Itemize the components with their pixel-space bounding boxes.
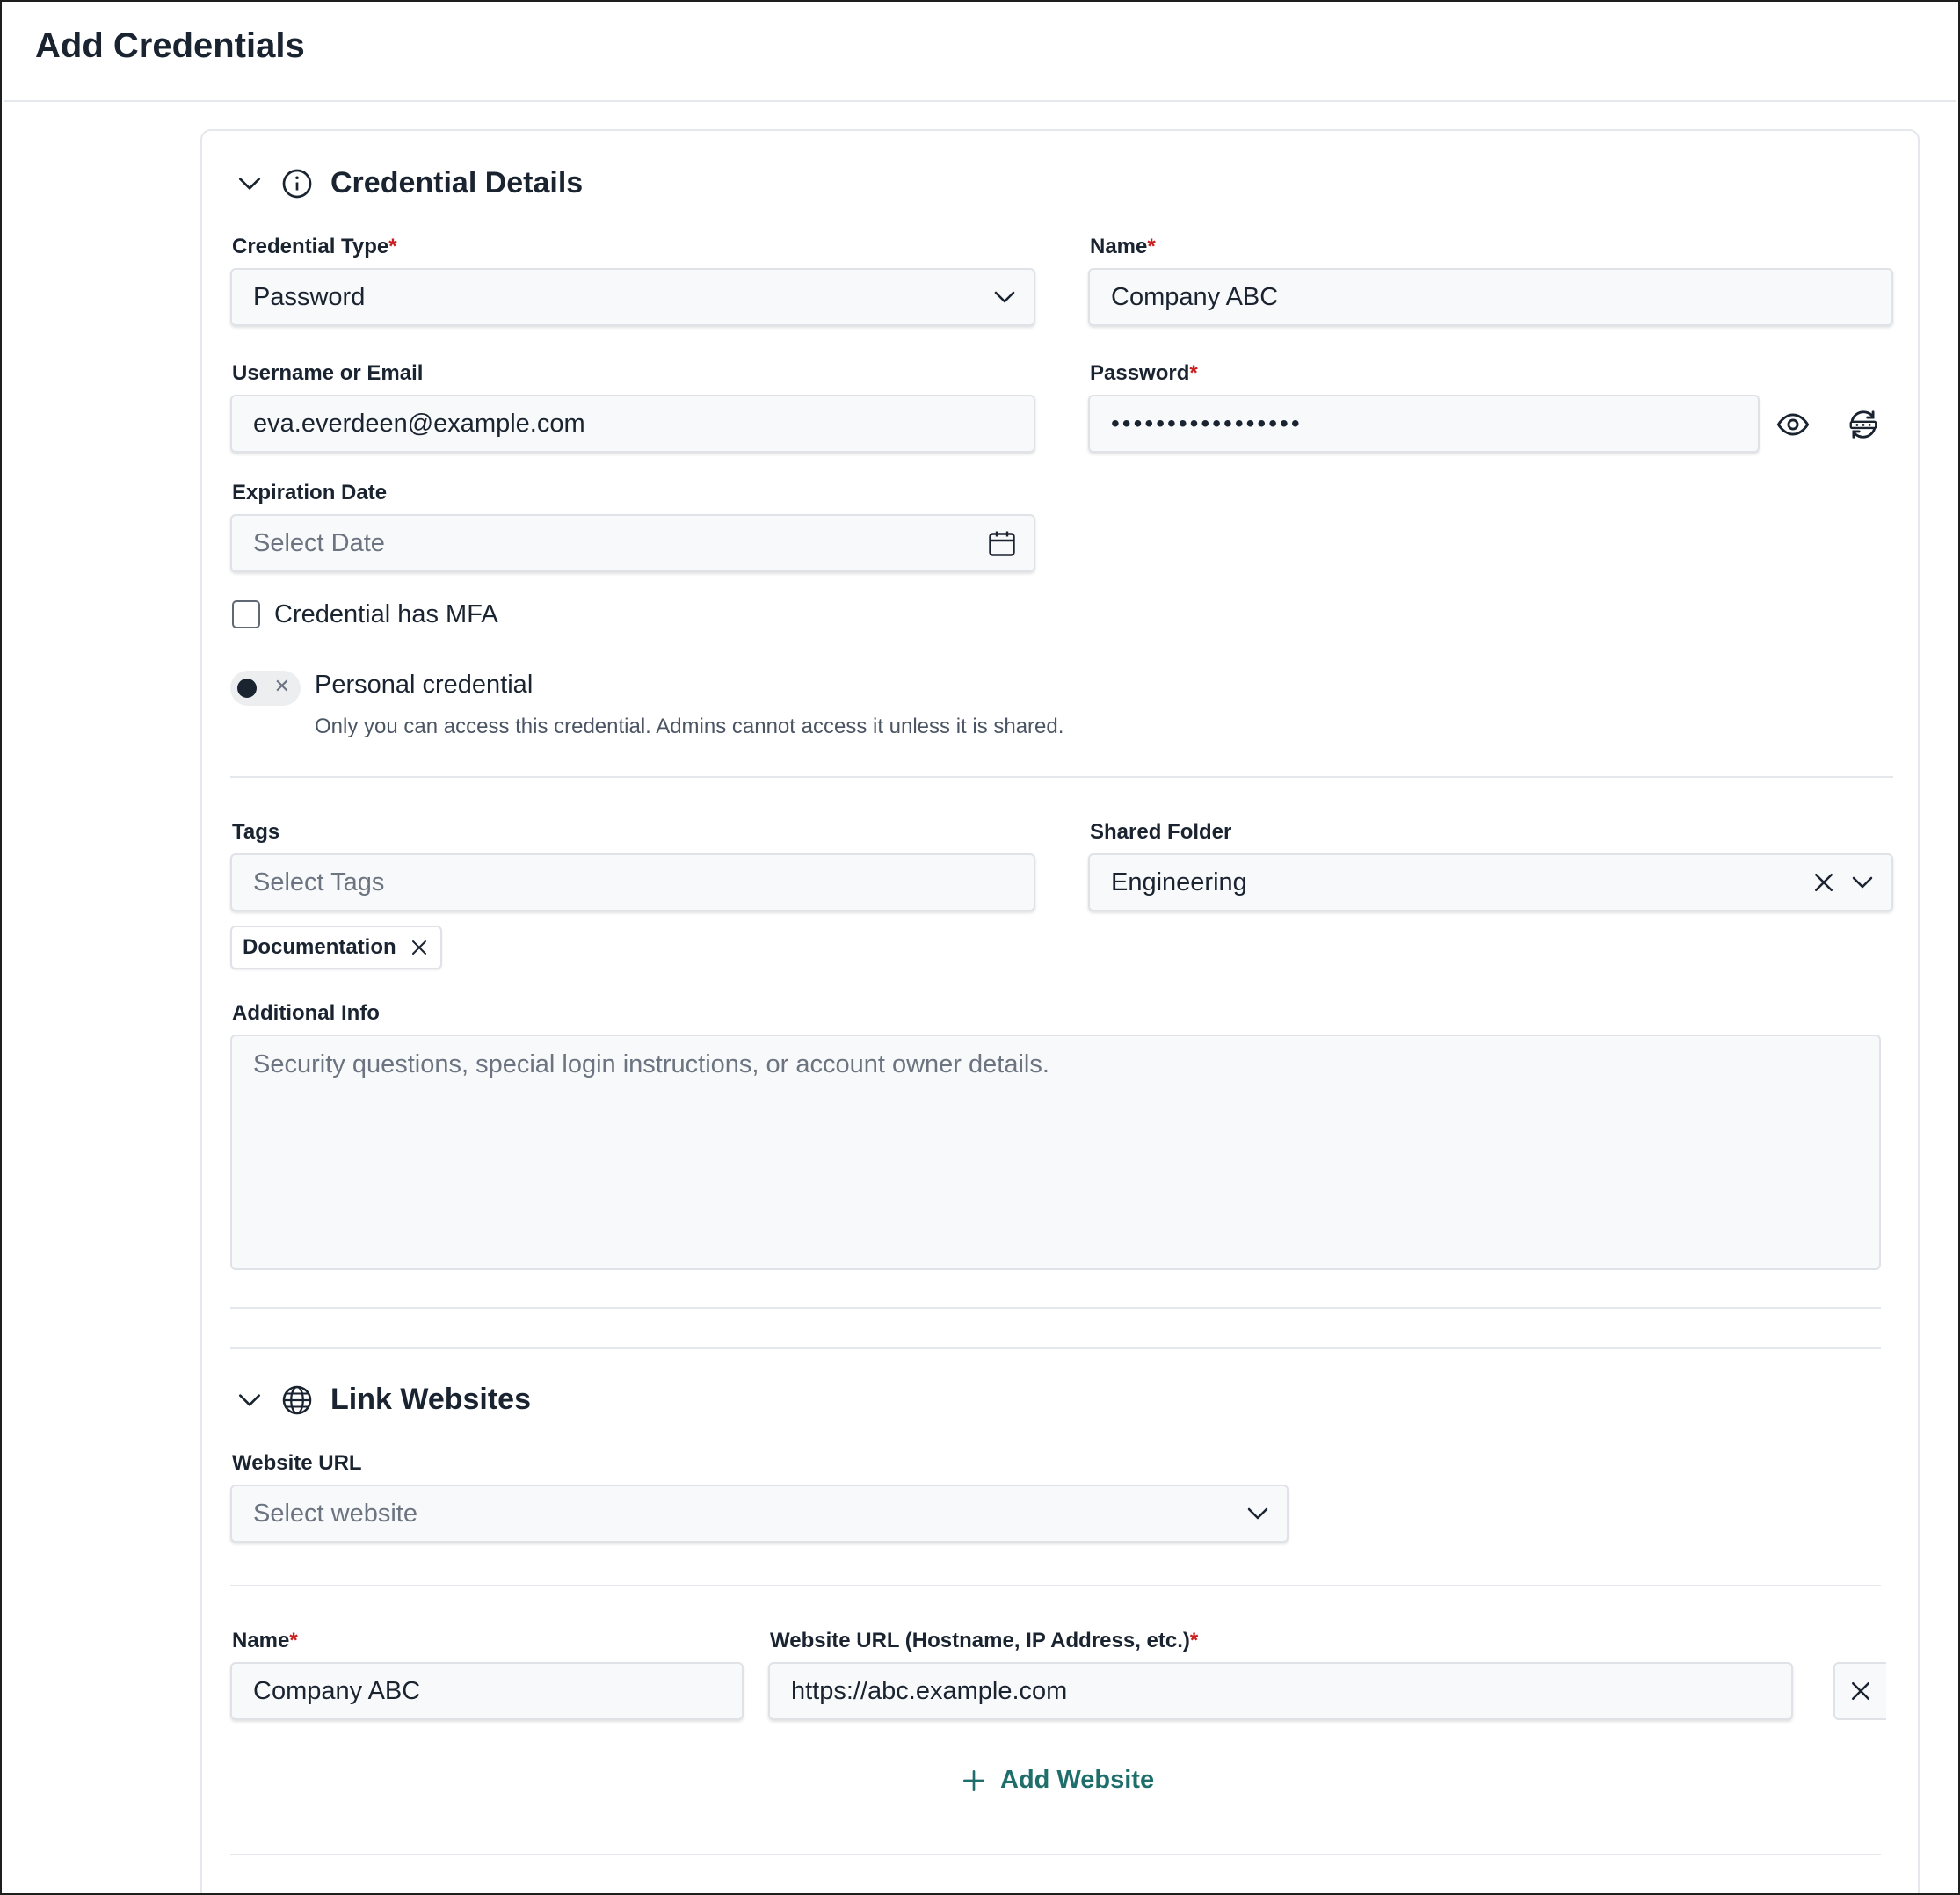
divider [230,1347,1881,1349]
plus-icon [960,1767,988,1795]
section-title: Credential Details [330,166,584,200]
shared-folder-label: Shared Folder [1090,820,1232,844]
add-website-label: Add Website [1000,1766,1155,1794]
chevron-down-icon[interactable] [236,1386,264,1414]
globe-icon [281,1384,313,1416]
shared-folder-value: Engineering [1111,868,1247,897]
tags-input[interactable]: Select Tags [230,853,1035,911]
website-url-select[interactable]: Select website [230,1485,1289,1543]
form-card: Credential Details Credential Type* Pass… [200,129,1920,1893]
name-input[interactable]: Company ABC [1088,268,1893,326]
tags-placeholder: Select Tags [253,868,385,897]
website-name-input[interactable]: Company ABC [230,1662,744,1720]
username-value: eva.everdeen@example.com [253,409,585,438]
page-header: Add Credentials [4,4,1956,102]
mfa-label[interactable]: Credential has MFA [274,600,498,629]
website-hostname-label: Website URL (Hostname, IP Address, etc.)… [770,1629,1199,1652]
chevron-down-icon [991,284,1018,310]
chevron-down-icon[interactable] [1849,869,1876,896]
toggle-knob [237,679,257,698]
expiration-date-label: Expiration Date [232,481,388,505]
website-hostname-input[interactable]: https://abc.example.com [768,1662,1793,1720]
website-url-label: Website URL [232,1451,362,1475]
close-icon [1847,1678,1874,1704]
tag-chip-label: Documentation [243,935,396,959]
credential-type-value: Password [253,282,366,311]
close-icon: ✕ [273,675,290,697]
website-name-value: Company ABC [253,1676,421,1705]
calendar-icon[interactable] [986,527,1018,559]
expiration-date-input[interactable]: Select Date [230,514,1035,572]
remove-website-button[interactable] [1833,1662,1886,1720]
additional-info-label: Additional Info [232,1001,380,1025]
additional-info-placeholder: Security questions, special login instru… [253,1050,1049,1078]
generate-password-icon[interactable] [1842,403,1884,446]
divider [230,1307,1881,1309]
personal-credential-toggle[interactable]: ✕ [230,671,301,706]
add-website-button[interactable]: Add Website [960,1766,1154,1795]
personal-credential-description: Only you can access this credential. Adm… [315,715,1064,738]
section-title: Link Websites [330,1383,531,1416]
website-url-placeholder: Select website [253,1499,417,1528]
credential-type-select[interactable]: Password [230,268,1035,326]
username-label: Username or Email [232,361,424,385]
name-label: Name* [1090,235,1156,258]
additional-info-textarea[interactable]: Security questions, special login instru… [230,1035,1881,1270]
page-title: Add Credentials [35,26,305,65]
tags-label: Tags [232,820,280,844]
link-websites-header[interactable]: Link Websites [236,1383,531,1417]
chevron-down-icon [1245,1500,1271,1527]
eye-icon[interactable] [1772,403,1814,446]
divider [230,1585,1881,1586]
credential-details-header[interactable]: Credential Details [236,166,583,200]
tag-chip: Documentation [230,926,442,969]
divider [230,1854,1881,1855]
password-label: Password* [1090,361,1198,385]
shared-folder-select[interactable]: Engineering [1088,853,1893,911]
website-hostname-value: https://abc.example.com [791,1676,1068,1705]
username-input[interactable]: eva.everdeen@example.com [230,395,1035,453]
password-input[interactable]: ••••••••••••••••• [1088,395,1760,453]
window-frame: Add Credentials Credential Details Crede… [0,0,1960,1895]
clear-icon[interactable] [1811,869,1837,896]
credential-type-label: Credential Type* [232,235,397,258]
password-value: ••••••••••••••••• [1111,410,1303,437]
website-name-label: Name* [232,1629,298,1652]
divider [230,776,1893,778]
chevron-down-icon[interactable] [236,170,264,198]
info-icon [281,168,313,200]
personal-credential-label: Personal credential [315,671,534,699]
expiration-date-placeholder: Select Date [253,528,385,557]
name-value: Company ABC [1111,282,1279,311]
mfa-checkbox[interactable] [232,600,260,628]
close-icon[interactable] [409,937,430,958]
